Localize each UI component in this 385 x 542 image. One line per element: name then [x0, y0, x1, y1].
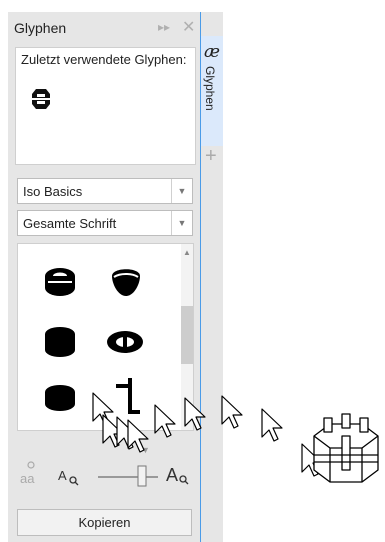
- dragged-castle-nut-glyph: [313, 413, 379, 483]
- cursor-icon: [301, 443, 323, 477]
- glyph-cap-icon[interactable]: [108, 264, 144, 298]
- scroll-thumb[interactable]: [181, 306, 193, 364]
- subset-dropdown-value: Gesamte Schrift: [23, 216, 117, 231]
- svg-text:aa: aa: [20, 471, 35, 486]
- cursor-icon: [261, 408, 283, 442]
- zoom-slider[interactable]: [96, 463, 160, 489]
- scroll-down-icon[interactable]: ▼: [181, 418, 193, 427]
- close-icon[interactable]: ✕: [182, 17, 195, 37]
- tab-glyphs[interactable]: æ Glyphen: [201, 36, 223, 146]
- cursor-icon: [221, 395, 243, 429]
- glyph-bracket-icon[interactable]: [110, 376, 144, 420]
- scroll-up-icon[interactable]: ▲: [181, 248, 193, 257]
- glyph-grid: ▲ ▼: [17, 243, 194, 431]
- panel-title-bar: Glyphen ▸▸ ✕: [8, 12, 200, 42]
- expand-icon[interactable]: ▸▸: [158, 20, 170, 34]
- tab-glyphs-label: Glyphen: [203, 66, 217, 111]
- docker-tab-strip: æ Glyphen +: [201, 12, 223, 542]
- font-dropdown-value: Iso Basics: [23, 184, 83, 199]
- glyphs-panel: Glyphen ▸▸ ✕ Zuletzt verwendete Glyphen:…: [8, 12, 201, 542]
- copy-button[interactable]: Kopieren: [17, 509, 192, 536]
- add-tab-icon[interactable]: +: [205, 145, 217, 168]
- expand-down-icon[interactable]: ▼: [141, 445, 150, 455]
- recent-glyphs-label: Zuletzt verwendete Glyphen:: [21, 52, 187, 67]
- chevron-down-icon[interactable]: ▼: [171, 179, 192, 203]
- subset-dropdown[interactable]: Gesamte Schrift ▼: [17, 210, 193, 236]
- recent-glyph-nut-icon[interactable]: [28, 86, 54, 112]
- svg-text:A: A: [166, 465, 178, 485]
- chevron-down-icon[interactable]: ▼: [171, 211, 192, 235]
- zoom-out-icon[interactable]: A: [58, 465, 84, 487]
- glyph-eye-nut-icon[interactable]: [106, 330, 144, 354]
- recent-glyphs-box: Zuletzt verwendete Glyphen:: [15, 47, 196, 165]
- glyph-cylinder-icon[interactable]: [42, 326, 78, 358]
- glyph-toolbar: aa A A: [8, 457, 200, 497]
- glyph-ring-nut-icon[interactable]: [42, 266, 78, 298]
- panel-title: Glyphen: [14, 20, 67, 36]
- font-dropdown[interactable]: Iso Basics ▼: [17, 178, 193, 204]
- glyph-grid-scrollbar[interactable]: ▲ ▼: [181, 244, 193, 430]
- svg-text:A: A: [58, 468, 67, 483]
- show-glyph-variants-icon[interactable]: aa: [18, 461, 44, 487]
- ligature-icon: æ: [204, 42, 220, 62]
- glyph-disc-icon[interactable]: [42, 384, 78, 414]
- zoom-in-icon[interactable]: A: [166, 461, 192, 487]
